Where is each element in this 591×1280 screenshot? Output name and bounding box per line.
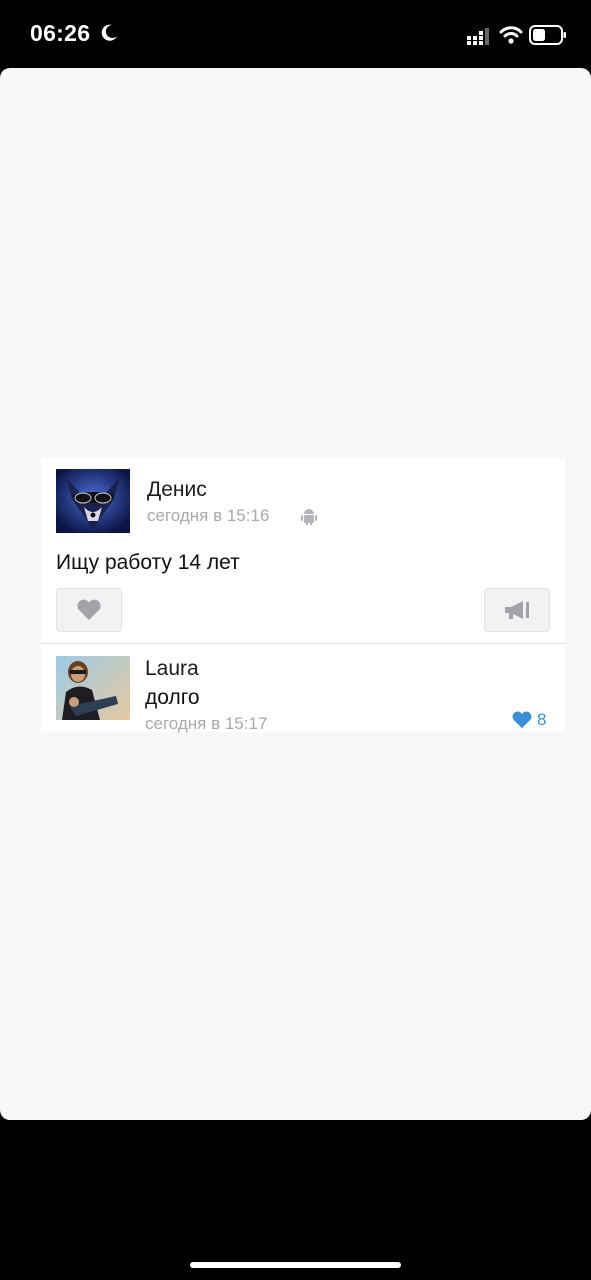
wifi-icon <box>499 26 523 44</box>
like-button[interactable] <box>56 588 122 632</box>
comment-post: Денис сегодня в 15:16 Ищу работу 14 лет <box>41 458 565 733</box>
post-timestamp: сегодня в 15:16 <box>147 506 270 525</box>
battery-icon <box>529 25 566 45</box>
content-card: Денис сегодня в 15:16 Ищу работу 14 лет <box>0 68 591 1120</box>
reply-timestamp: сегодня в 15:17 <box>145 714 268 733</box>
share-button[interactable] <box>484 588 550 632</box>
heart-icon <box>512 711 532 729</box>
heart-icon <box>77 599 101 620</box>
avatar-laura[interactable] <box>56 656 130 720</box>
post-author[interactable]: Денис <box>147 478 207 502</box>
reply-like-count: 8 <box>537 710 547 729</box>
megaphone-icon <box>505 601 529 619</box>
comment-divider <box>41 643 565 644</box>
post-text: Ищу работу 14 лет <box>56 551 240 574</box>
status-time: 06:26 <box>30 20 91 46</box>
avatar-denis[interactable] <box>56 469 130 533</box>
reply-like-button[interactable]: 8 <box>511 710 546 730</box>
status-bar: 06:26 <box>0 0 591 68</box>
reply-author[interactable]: Laura <box>145 657 199 681</box>
moon-icon <box>101 24 117 41</box>
reply-text: долго <box>145 686 200 709</box>
home-indicator[interactable] <box>190 1262 401 1268</box>
cellular-signal-icon <box>467 28 489 45</box>
android-icon <box>301 509 317 525</box>
